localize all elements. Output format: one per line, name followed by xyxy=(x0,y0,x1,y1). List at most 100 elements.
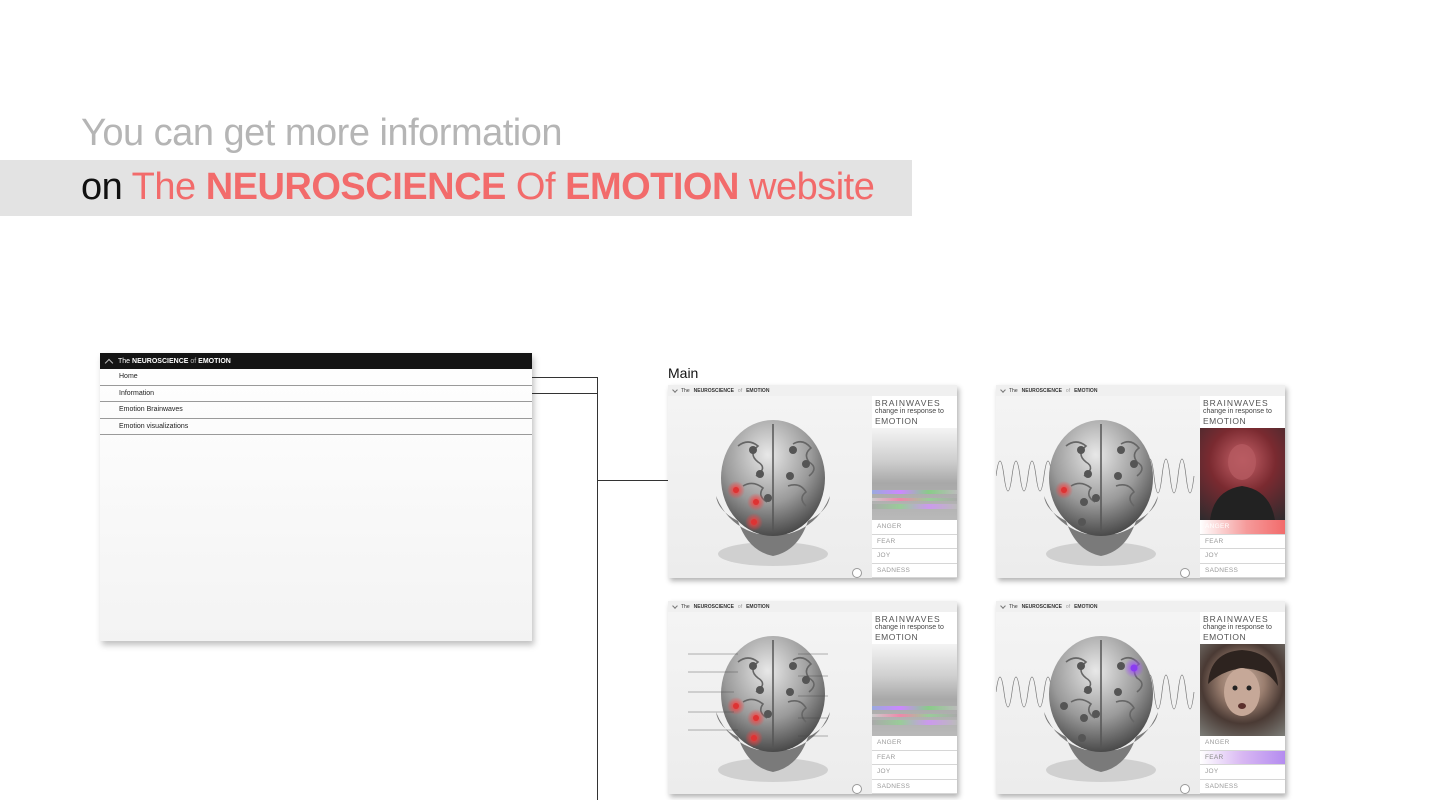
menu-title-neuro: NEUROSCIENCE xyxy=(132,357,189,365)
brain-visual xyxy=(668,612,872,794)
menu-screen: The NEUROSCIENCE of EMOTION Home Informa… xyxy=(100,353,532,641)
menu-title-of: of xyxy=(190,357,197,365)
headline-neuroscience: NEUROSCIENCE xyxy=(205,166,507,208)
emotion-sadness[interactable]: SADNESS xyxy=(872,564,957,578)
toggle-circle-button[interactable] xyxy=(1180,568,1190,578)
toggle-circle-button[interactable] xyxy=(852,784,862,794)
topbar-emotion: EMOTION xyxy=(746,603,770,610)
connector-line xyxy=(597,480,668,481)
topbar-of: of xyxy=(1065,603,1071,610)
topbar-emotion: EMOTION xyxy=(746,387,770,394)
headline-emotion: EMOTION xyxy=(565,166,739,208)
chevron-down-icon[interactable] xyxy=(1000,602,1006,609)
chevron-up-icon[interactable] xyxy=(104,358,114,367)
connector-line xyxy=(532,377,598,378)
main-label: Main xyxy=(668,365,699,381)
menu-title: The NEUROSCIENCE of EMOTION xyxy=(118,358,231,365)
emotion-panel: BRAINWAVES change in response to EMOTION… xyxy=(872,396,957,578)
anger-portrait-image xyxy=(1200,428,1285,520)
brain-visual xyxy=(668,396,872,578)
brainwaves-emotion: EMOTION xyxy=(1203,632,1247,642)
emotion-list: ANGER FEAR JOY SADNESS xyxy=(1200,736,1285,794)
topbar-neuro: NEUROSCIENCE xyxy=(693,603,734,610)
topbar-neuro: NEUROSCIENCE xyxy=(693,387,734,394)
fear-portrait-image xyxy=(1200,644,1285,736)
emotion-anger[interactable]: ANGER xyxy=(872,520,957,535)
emotion-list: ANGER FEAR JOY SADNESS xyxy=(872,736,957,794)
menu-item-emotion-brainwaves[interactable]: Emotion Brainwaves xyxy=(100,402,532,419)
brainwaves-subtitle: change in response to xyxy=(1203,408,1272,415)
brainwaves-title: BRAINWAVES xyxy=(875,614,941,624)
emotion-panel: BRAINWAVES change in response to EMOTION… xyxy=(1200,612,1285,794)
emotion-anger[interactable]: ANGER xyxy=(1200,736,1285,751)
emotion-list: ANGER FEAR JOY SADNESS xyxy=(1200,520,1285,578)
brainwaves-emotion: EMOTION xyxy=(875,416,919,426)
portrait-silhouette-icon xyxy=(1210,444,1275,520)
chevron-down-icon[interactable] xyxy=(1000,386,1006,393)
emotion-sadness[interactable]: SADNESS xyxy=(1200,564,1285,578)
emotion-anger[interactable]: ANGER xyxy=(1200,520,1285,535)
menu-item-information[interactable]: Information xyxy=(100,386,532,402)
region-leader-lines xyxy=(688,653,828,737)
headline-suffix: website xyxy=(749,166,875,208)
emotion-anger[interactable]: ANGER xyxy=(872,736,957,751)
toggle-circle-button[interactable] xyxy=(852,568,862,578)
chevron-down-icon[interactable] xyxy=(672,602,678,609)
headline-the: The xyxy=(131,166,196,208)
brain-head-icon xyxy=(716,420,830,566)
topbar-of: of xyxy=(737,387,743,394)
emotion-fear[interactable]: FEAR xyxy=(872,751,957,765)
emotion-joy[interactable]: JOY xyxy=(1200,765,1285,780)
brainwaves-title: BRAINWAVES xyxy=(875,398,941,408)
portrait-face-icon xyxy=(1208,650,1278,716)
emotion-joy[interactable]: JOY xyxy=(872,549,957,564)
topbar-the: The xyxy=(681,387,690,394)
headline-of: Of xyxy=(515,166,556,208)
brainwaves-subtitle: change in response to xyxy=(1203,624,1272,631)
brainwaves-title: BRAINWAVES xyxy=(1203,398,1269,408)
brainwaves-subtitle: change in response to xyxy=(875,408,944,415)
brainwaves-title: BRAINWAVES xyxy=(1203,614,1269,624)
emotion-fear[interactable]: FEAR xyxy=(872,535,957,549)
emotion-panel: BRAINWAVES change in response to EMOTION… xyxy=(1200,396,1285,578)
brain-visual xyxy=(996,396,1200,578)
card-topbar[interactable]: The NEUROSCIENCE of EMOTION xyxy=(668,385,957,396)
topbar-the: The xyxy=(681,603,690,610)
connector-line xyxy=(597,377,598,800)
slide: You can get more information on The NEUR… xyxy=(0,0,1440,800)
emotion-joy[interactable]: JOY xyxy=(872,765,957,780)
menu-title-emotion: EMOTION xyxy=(198,357,231,365)
headline-line2: on The NEUROSCIENCE Of EMOTION website xyxy=(81,166,875,209)
toggle-circle-button[interactable] xyxy=(1180,784,1190,794)
connector-line xyxy=(532,393,598,394)
topbar-of: of xyxy=(737,603,743,610)
card-topbar[interactable]: The NEUROSCIENCE of EMOTION xyxy=(996,601,1285,612)
menu-item-home[interactable]: Home xyxy=(100,369,532,386)
emotion-joy[interactable]: JOY xyxy=(1200,549,1285,564)
brainwaves-emotion: EMOTION xyxy=(1203,416,1247,426)
noise-visualization xyxy=(872,428,957,520)
emotion-panel: BRAINWAVES change in response to EMOTION… xyxy=(872,612,957,794)
emotion-sadness[interactable]: SADNESS xyxy=(1200,780,1285,794)
brainwaves-subtitle: change in response to xyxy=(875,624,944,631)
topbar-emotion: EMOTION xyxy=(1074,603,1098,610)
topbar-neuro: NEUROSCIENCE xyxy=(1021,603,1062,610)
emotion-sadness[interactable]: SADNESS xyxy=(872,780,957,794)
topbar-emotion: EMOTION xyxy=(1074,387,1098,394)
card-topbar[interactable]: The NEUROSCIENCE of EMOTION xyxy=(996,385,1285,396)
card-topbar[interactable]: The NEUROSCIENCE of EMOTION xyxy=(668,601,957,612)
screen-card: The NEUROSCIENCE of EMOTION BRAINWAVES c… xyxy=(668,385,957,578)
menu-title-the: The xyxy=(118,357,131,365)
headline-line1: You can get more information xyxy=(81,112,563,154)
topbar-the: The xyxy=(1009,603,1018,610)
chevron-down-icon[interactable] xyxy=(672,386,678,393)
brain-head-icon xyxy=(1044,420,1158,566)
topbar-of: of xyxy=(1065,387,1071,394)
headline-prefix: on xyxy=(81,166,123,208)
menu-header[interactable]: The NEUROSCIENCE of EMOTION xyxy=(100,353,532,369)
emotion-fear[interactable]: FEAR xyxy=(1200,750,1285,765)
emotion-fear[interactable]: FEAR xyxy=(1200,535,1285,549)
noise-visualization xyxy=(872,644,957,736)
menu-item-emotion-visualizations[interactable]: Emotion visualizations xyxy=(100,419,532,435)
screen-card: The NEUROSCIENCE of EMOTION BRAINWAVES c… xyxy=(668,601,957,794)
